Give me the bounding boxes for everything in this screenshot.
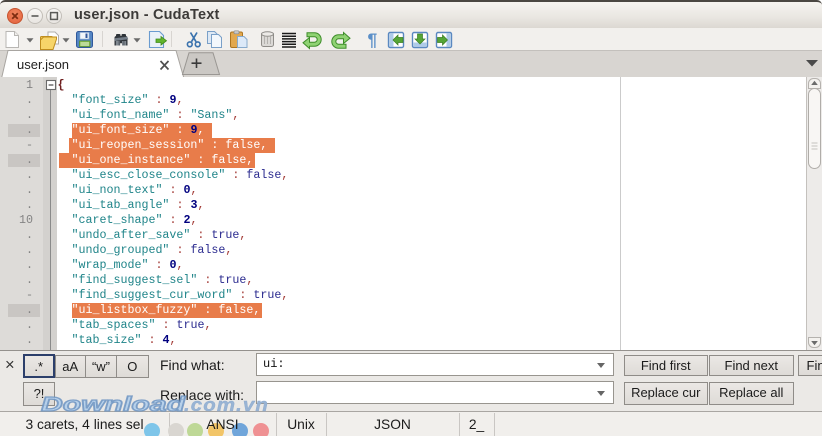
svg-text:¶: ¶ (368, 30, 378, 50)
